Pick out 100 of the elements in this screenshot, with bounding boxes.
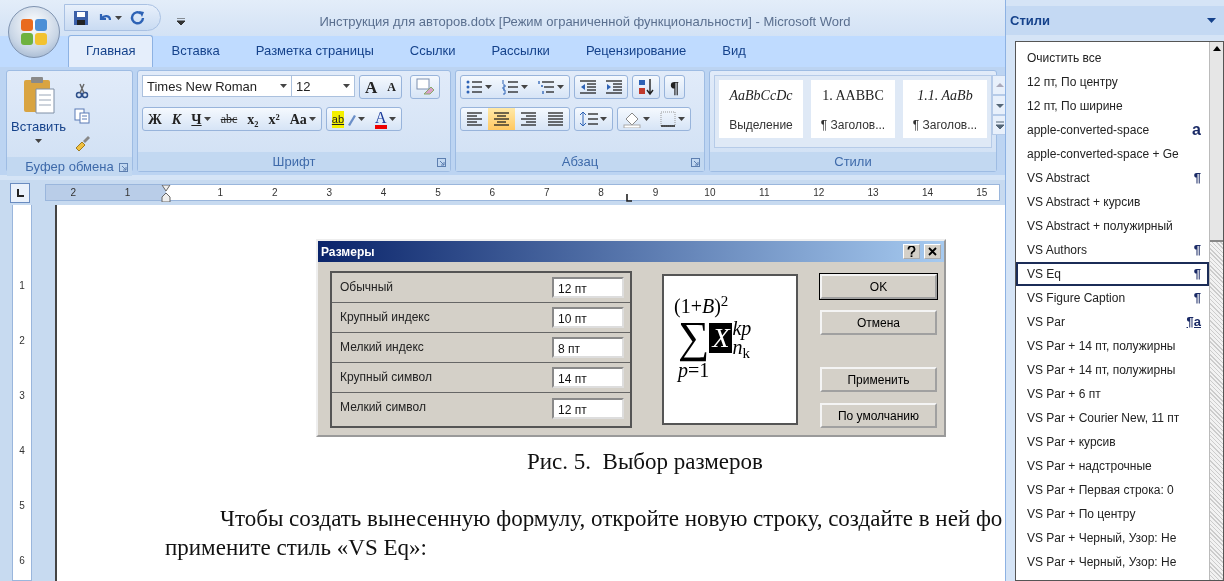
gallery-down-button[interactable] <box>992 95 1005 116</box>
style-gallery-item[interactable]: AaBbCcDc Выделение <box>719 80 803 139</box>
grow-font-button[interactable]: A <box>360 76 383 99</box>
size-input[interactable]: 12 пт <box>552 397 624 419</box>
style-name: VS Par + надстрочные <box>1027 457 1152 475</box>
font-color-button[interactable]: A <box>370 108 401 131</box>
line-spacing-icon <box>580 111 598 128</box>
tab-selector-button[interactable] <box>10 182 30 203</box>
style-list-item[interactable]: 12 пт, По ширине <box>1016 93 1209 118</box>
style-list-item[interactable]: VS Par + По центру <box>1016 501 1209 526</box>
caret-icon <box>485 85 492 90</box>
shrink-font-button[interactable]: A <box>382 76 401 99</box>
style-name: Выделение <box>728 116 794 134</box>
style-list-item[interactable]: VS Abstract + полужирный <box>1016 213 1209 238</box>
format-button[interactable]: Ж <box>143 108 167 131</box>
caret-icon <box>358 117 366 122</box>
dialog-button[interactable]: Отмена <box>820 310 937 335</box>
field-label: Крупный индекс <box>340 309 430 326</box>
ruler-number: 7 <box>542 186 551 201</box>
align-justify-icon <box>547 111 564 128</box>
style-gallery-item[interactable]: 1. AABBC ¶ Заголов... <box>811 80 895 139</box>
style-gallery-item[interactable]: 1.1. AaBb ¶ Заголов... <box>903 80 987 139</box>
style-list-item[interactable]: VS Par + 14 пт, полужирны <box>1016 333 1209 358</box>
gallery-more-button[interactable] <box>992 115 1005 136</box>
style-type-marker: ¶ <box>1193 169 1201 188</box>
dialog-title: Размеры <box>321 243 376 261</box>
ruler-number: 4 <box>379 186 388 201</box>
scrollbar[interactable] <box>1209 41 1223 580</box>
ribbon-tab[interactable]: Главная <box>68 34 154 68</box>
font-name-field[interactable]: Times New Roman <box>142 75 292 98</box>
size-input[interactable]: 8 пт <box>552 337 624 358</box>
format-button[interactable]: Ч <box>186 108 216 131</box>
style-list-item[interactable]: VS Eq ¶ <box>1016 261 1209 286</box>
font-size-field[interactable]: 12 <box>291 75 355 98</box>
style-name: VS Abstract <box>1027 169 1090 187</box>
close-button[interactable] <box>924 244 941 259</box>
format-button[interactable]: Aa <box>284 108 321 131</box>
style-list-item[interactable]: VS Figure Caption ¶ <box>1016 285 1209 310</box>
style-list-item[interactable]: VS Par + Первая строка: 0 <box>1016 477 1209 502</box>
show-marks-button[interactable]: ¶ <box>665 76 685 99</box>
style-list-item[interactable]: VS Par + Courier New, 11 пт <box>1016 405 1209 430</box>
style-list-item[interactable]: VS Par + 14 пт, полужирны <box>1016 357 1209 382</box>
style-list-item[interactable]: apple-converted-space a <box>1016 117 1209 142</box>
format-button[interactable]: К <box>166 108 187 131</box>
size-input[interactable]: 14 пт <box>552 367 624 388</box>
style-list-item[interactable]: VS Authors ¶ <box>1016 237 1209 262</box>
style-name: VS Par + курсив <box>1027 433 1116 451</box>
ribbon-tab[interactable]: Разметка страницы <box>237 34 392 68</box>
style-list-item[interactable]: VS Par + 6 пт <box>1016 381 1209 406</box>
highlighted-symbol: X <box>709 323 733 353</box>
style-name: VS Abstract + курсив <box>1027 193 1141 211</box>
window-title: Инструкция для авторов.dotx [Режим ограниченной функциональности] - Microsoft Word <box>318 13 852 31</box>
highlight-button[interactable]: ab <box>326 108 371 131</box>
dialog-button[interactable]: OK <box>820 274 937 299</box>
style-list-item[interactable]: VS Par ¶a <box>1016 309 1209 334</box>
align-left-icon <box>466 111 483 128</box>
size-input[interactable]: 10 пт <box>552 307 624 328</box>
ruler-number: 1 <box>19 280 25 291</box>
ribbon-tab[interactable]: Рассылки <box>473 34 568 68</box>
style-type-marker: ¶ <box>1193 265 1201 284</box>
style-list-item[interactable]: VS Par + курсив <box>1016 429 1209 454</box>
format-button[interactable]: x₂ <box>242 108 264 131</box>
format-button[interactable]: abc <box>215 108 243 131</box>
ribbon-tab[interactable]: Вставка <box>153 34 238 68</box>
increase-indent-icon <box>606 79 622 96</box>
scroll-thumb[interactable] <box>1210 41 1223 242</box>
ribbon-tab[interactable]: Вид <box>704 34 764 68</box>
ribbon-tab[interactable]: Рецензирование <box>567 34 705 68</box>
style-list-item[interactable]: 12 пт, По центру <box>1016 69 1209 94</box>
save-icon <box>73 9 89 26</box>
format-button[interactable]: x² <box>263 108 285 131</box>
dialog-launcher-icon[interactable] <box>437 157 446 167</box>
style-list-item[interactable]: VS Abstract ¶ <box>1016 165 1209 190</box>
ruler-number: 5 <box>434 186 442 201</box>
ruler-number: 2 <box>19 335 25 346</box>
style-list-item[interactable]: Очистить все <box>1016 45 1209 70</box>
size-input[interactable]: 12 пт <box>552 277 624 298</box>
dialog-launcher-icon[interactable] <box>119 162 128 172</box>
ruler-number: 1 <box>123 186 132 201</box>
ribbon-tab[interactable]: Ссылки <box>391 34 474 68</box>
style-list-item[interactable]: VS Par + Черный, Узор: Не <box>1016 549 1209 574</box>
dialog-launcher-icon[interactable] <box>691 157 700 167</box>
help-button[interactable] <box>903 244 920 259</box>
style-list-item[interactable]: VS Par + Черный, Узор: Не <box>1016 525 1209 550</box>
caret-icon <box>557 85 564 90</box>
paste-button[interactable]: Вставить <box>11 75 67 154</box>
caret-icon <box>177 17 185 25</box>
style-list-item[interactable]: apple-converted-space + Ge <box>1016 141 1209 166</box>
caret-icon <box>203 117 211 122</box>
style-list-item[interactable]: VS Abstract + курсив <box>1016 189 1209 214</box>
dialog-button[interactable]: По умолчанию <box>820 403 937 428</box>
style-sample: 1. AABBC <box>821 87 885 106</box>
dialog-button[interactable]: Применить <box>820 367 937 392</box>
align-button[interactable] <box>488 108 515 131</box>
style-name: ¶ Заголов... <box>911 116 979 134</box>
brush-icon <box>74 133 91 151</box>
style-list-item[interactable]: VS Par + надстрочные <box>1016 453 1209 478</box>
style-type-marker: ¶a <box>1186 313 1201 332</box>
office-logo-icon <box>19 17 49 47</box>
align-center-icon <box>493 111 510 128</box>
